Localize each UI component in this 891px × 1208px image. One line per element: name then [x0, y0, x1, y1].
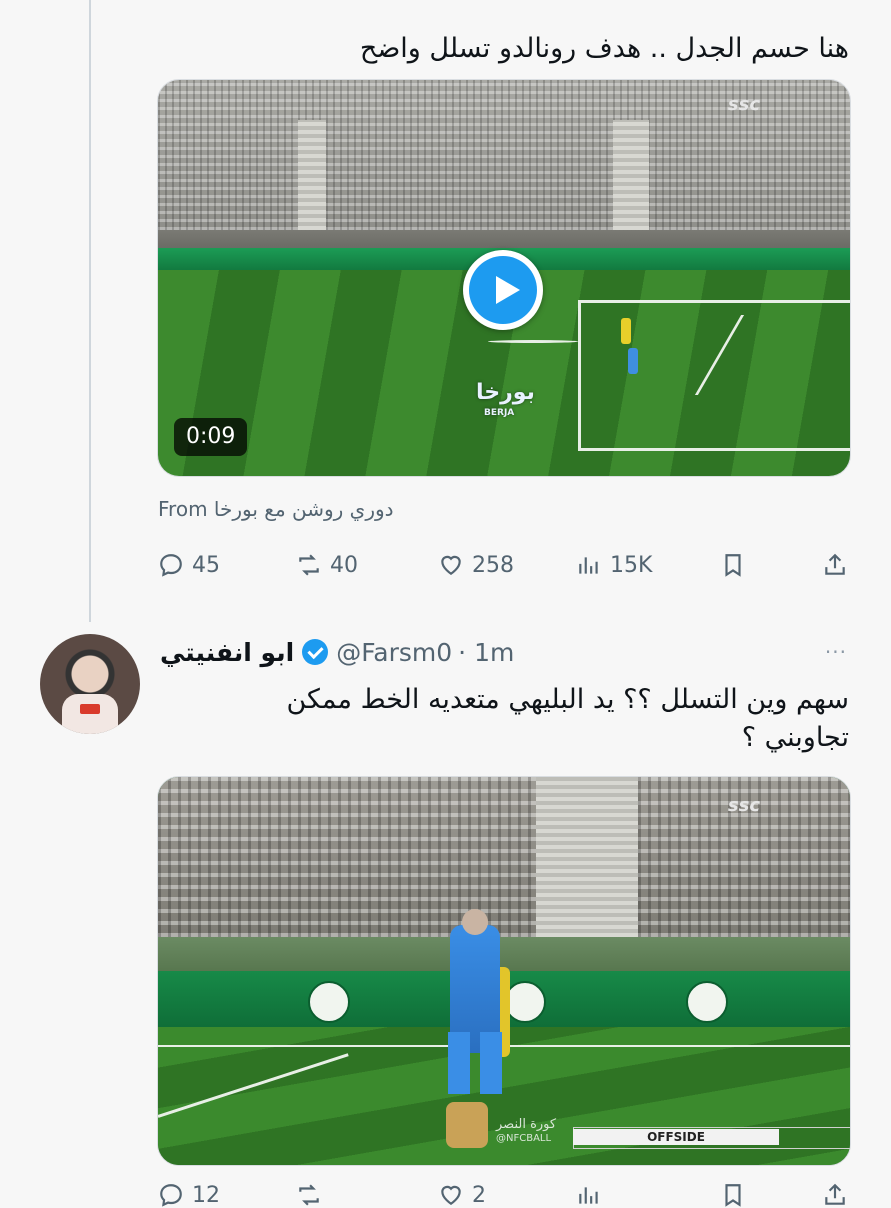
- offside-label: OFFSIDE: [573, 1129, 779, 1145]
- club-text: كورة النصر: [496, 1117, 557, 1132]
- stadium-stairs: [613, 120, 649, 230]
- video-duration: 0:09: [174, 418, 248, 456]
- player-yellow: [621, 318, 631, 344]
- views-icon: [579, 557, 598, 574]
- verified-icon: [302, 639, 329, 665]
- more-icon[interactable]: ···: [825, 640, 847, 664]
- post-time[interactable]: · 1m: [458, 638, 514, 667]
- play-button[interactable]: [463, 250, 543, 330]
- bookmark-action[interactable]: [720, 548, 746, 582]
- share-action[interactable]: [822, 1182, 848, 1208]
- from-label: From: [158, 497, 208, 521]
- ssc-logo: ssc: [727, 94, 760, 115]
- play-icon: [469, 256, 537, 324]
- bookmark-icon: [725, 554, 741, 577]
- reply-text-line-2: تجاوبني ؟: [741, 722, 849, 753]
- like-icon: [441, 555, 461, 575]
- like-count: 258: [472, 552, 514, 578]
- player-blue: [628, 348, 638, 374]
- reply-icon: [160, 1184, 182, 1207]
- reply-video-player[interactable]: ssc كورة النصر @NFCBALL OFFSIDE: [157, 776, 851, 1166]
- share-icon: [825, 553, 845, 575]
- reply-count: 45: [192, 552, 220, 578]
- reply-text-line-1: سهم وين التسلل ؟؟ يد البليهي متعديه الخط…: [286, 684, 849, 715]
- reply-header: ابو انفنيتي @Farsm0 · 1m: [160, 632, 514, 672]
- stadium-wall: [158, 937, 850, 971]
- stadium-stairs: [536, 777, 638, 937]
- retweet-action[interactable]: 40: [296, 548, 358, 582]
- views-count: 15K: [610, 552, 653, 578]
- saff-emblem: [504, 981, 546, 1023]
- goalkeeper-legs: [448, 1032, 502, 1094]
- stadium-stairs: [298, 120, 326, 230]
- ssc-logo: ssc: [727, 795, 760, 816]
- views-action[interactable]: [576, 1182, 602, 1208]
- user-handle[interactable]: @Farsm0: [336, 638, 452, 667]
- bookmark-action[interactable]: [720, 1182, 746, 1208]
- goalkeeper-head: [462, 909, 488, 935]
- saff-emblem: [686, 981, 728, 1023]
- avatar[interactable]: [40, 634, 140, 734]
- like-icon: [441, 1185, 461, 1205]
- club-handle: @NFCBALL: [496, 1133, 552, 1144]
- reply-action[interactable]: 45: [158, 548, 220, 582]
- retweet-icon: [299, 554, 319, 576]
- bookmark-icon: [725, 1184, 741, 1207]
- like-action[interactable]: 2: [438, 1182, 486, 1208]
- reply-icon: [160, 554, 182, 577]
- parent-video-player[interactable]: ssc بورخا BERJA 0:09: [157, 79, 851, 477]
- display-name[interactable]: ابو انفنيتي: [160, 638, 294, 667]
- retweet-action[interactable]: [296, 1182, 322, 1208]
- retweet-icon: [299, 1184, 319, 1206]
- from-source[interactable]: دوري روشن مع بورخا: [214, 497, 394, 521]
- views-icon: [579, 1187, 598, 1204]
- like-action[interactable]: 258: [438, 548, 514, 582]
- share-action[interactable]: [822, 548, 848, 582]
- views-action[interactable]: 15K: [576, 548, 652, 582]
- watermark-arabic: بورخا: [476, 380, 535, 405]
- reply-count: 12: [192, 1182, 220, 1208]
- like-count: 2: [472, 1182, 486, 1208]
- retweet-count: 40: [330, 552, 358, 578]
- share-icon: [825, 1183, 845, 1205]
- club-logo: [446, 1102, 488, 1148]
- saff-emblem: [308, 981, 350, 1023]
- thread-connector-line: [89, 0, 91, 622]
- reply-action[interactable]: 12: [158, 1182, 220, 1208]
- watermark-latin: BERJA: [484, 408, 515, 418]
- video-source-line[interactable]: From دوري روشن مع بورخا: [158, 497, 394, 521]
- parent-tweet-text: هنا حسم الجدل .. هدف رونالدو تسلل واضح: [359, 33, 849, 64]
- stadium-wall: [158, 230, 850, 250]
